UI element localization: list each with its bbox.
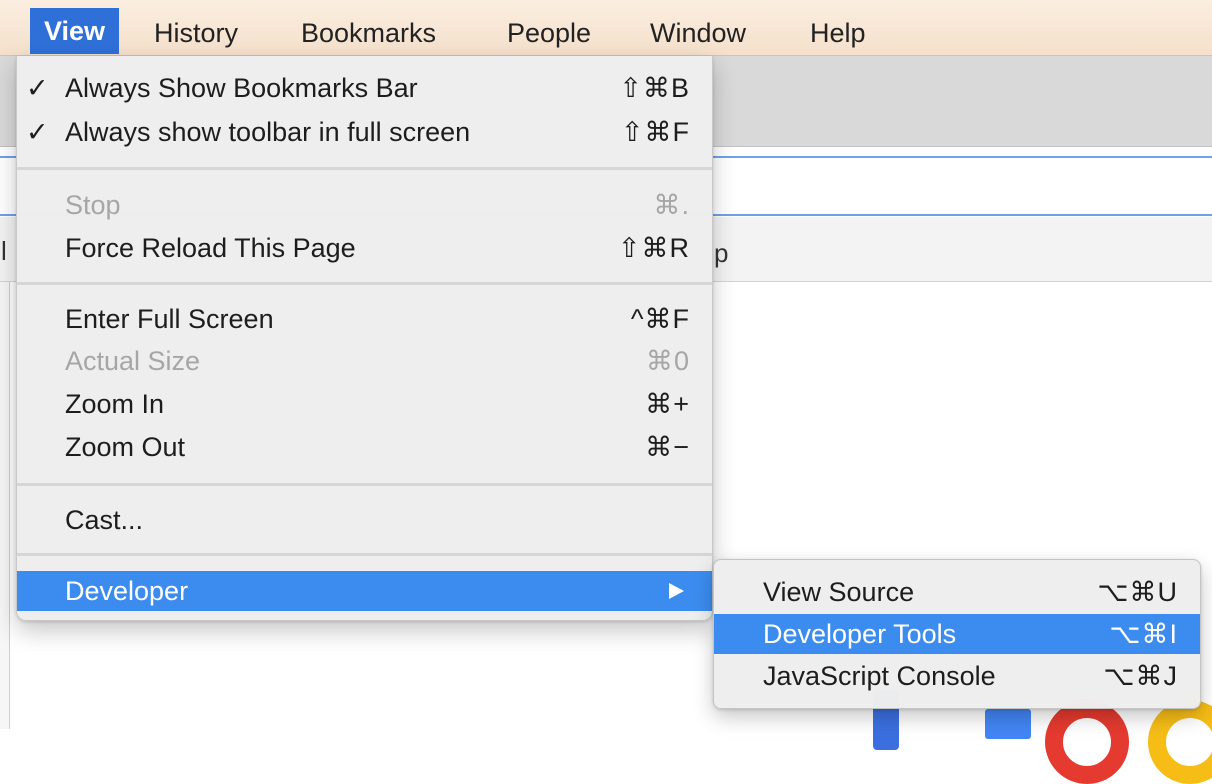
menu-item-shortcut: ⌘. [653, 190, 690, 220]
menu-item-label: Stop [65, 190, 121, 220]
submenu-arrow-icon [669, 583, 684, 599]
menu-item-label: Zoom Out [65, 432, 186, 462]
menu-item-shortcut: ⌘− [645, 432, 690, 462]
bookmark-fragment-left[interactable]: l [1, 236, 7, 267]
menu-item-force-reload[interactable]: Force Reload This Page ⇧⌘R [17, 228, 712, 268]
google-logo-blue-square [985, 709, 1031, 739]
menubar-people[interactable]: People [493, 10, 605, 56]
menu-item-shortcut: ⇧⌘F [620, 117, 690, 147]
menu-item-cast[interactable]: Cast... [17, 500, 712, 540]
checkmark-icon: ✓ [26, 73, 49, 103]
menu-item-label: Force Reload This Page [65, 233, 356, 263]
menu-item-actual-size: Actual Size ⌘0 [17, 341, 712, 381]
menu-item-shortcut: ⇧⌘B [619, 73, 690, 103]
menu-separator [17, 282, 712, 285]
menu-item-label: JavaScript Console [763, 661, 996, 691]
view-menu: ✓ Always Show Bookmarks Bar ⇧⌘B ✓ Always… [16, 56, 713, 621]
menu-item-shortcut: ^⌘F [630, 304, 690, 334]
menu-item-always-show-bookmarks-bar[interactable]: ✓ Always Show Bookmarks Bar ⇧⌘B [17, 68, 712, 108]
bookmark-fragment-right[interactable]: p [714, 238, 728, 269]
menu-item-label: Always Show Bookmarks Bar [65, 73, 418, 103]
menu-item-shortcut: ⇧⌘R [617, 233, 690, 263]
menu-item-zoom-in[interactable]: Zoom In ⌘+ [17, 384, 712, 424]
menubar-bookmarks[interactable]: Bookmarks [287, 10, 450, 56]
menu-item-stop: Stop ⌘. [17, 185, 712, 225]
menu-item-enter-full-screen[interactable]: Enter Full Screen ^⌘F [17, 299, 712, 339]
menu-item-label: Developer Tools [763, 619, 957, 649]
submenu-item-javascript-console[interactable]: JavaScript Console ⌥⌘J [714, 656, 1200, 696]
menu-item-label: Actual Size [65, 346, 201, 376]
menu-item-shortcut: ⌥⌘I [1109, 619, 1178, 649]
menu-item-shortcut: ⌥⌘U [1097, 577, 1178, 607]
menubar-window[interactable]: Window [636, 10, 760, 56]
menu-item-zoom-out[interactable]: Zoom Out ⌘− [17, 427, 712, 467]
menubar-help[interactable]: Help [796, 10, 880, 56]
menu-separator [17, 553, 712, 556]
menu-item-shortcut: ⌥⌘J [1103, 661, 1178, 691]
menu-bar: View History Bookmarks People Window Hel… [0, 0, 1212, 56]
google-logo-red-o [1045, 700, 1129, 784]
menu-separator [17, 167, 712, 170]
menu-separator [17, 483, 712, 486]
menubar-view[interactable]: View [30, 8, 120, 54]
menu-item-label: Cast... [65, 505, 144, 535]
menu-item-always-show-toolbar[interactable]: ✓ Always show toolbar in full screen ⇧⌘F [17, 112, 712, 152]
menu-item-developer[interactable]: Developer [17, 571, 712, 611]
menu-item-shortcut: ⌘0 [645, 346, 690, 376]
menu-item-label: Always show toolbar in full screen [65, 117, 471, 147]
developer-submenu: View Source ⌥⌘U Developer Tools ⌥⌘I Java… [713, 559, 1201, 709]
menu-item-shortcut: ⌘+ [645, 389, 690, 419]
menu-item-label: Developer [65, 576, 189, 606]
menu-item-label: View Source [763, 577, 915, 607]
menu-item-label: Zoom In [65, 389, 165, 419]
menubar-history[interactable]: History [140, 10, 252, 56]
submenu-item-view-source[interactable]: View Source ⌥⌘U [714, 572, 1200, 612]
checkmark-icon: ✓ [26, 117, 49, 147]
google-logo-yellow-o [1148, 700, 1212, 784]
submenu-item-developer-tools[interactable]: Developer Tools ⌥⌘I [714, 614, 1200, 654]
menu-item-label: Enter Full Screen [65, 304, 274, 334]
